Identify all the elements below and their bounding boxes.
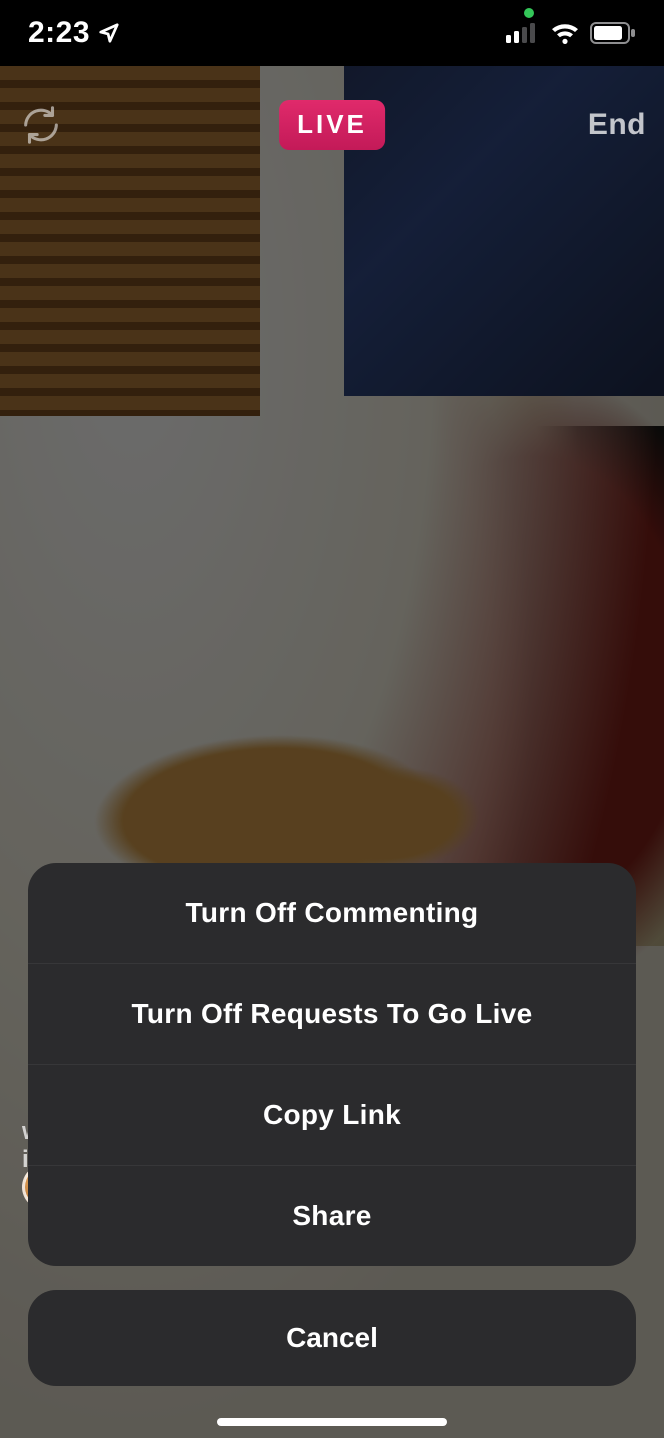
option-turn-off-requests[interactable]: Turn Off Requests To Go Live: [28, 963, 636, 1064]
option-share[interactable]: Share: [28, 1165, 636, 1266]
battery-icon: [590, 22, 636, 44]
home-indicator[interactable]: [217, 1418, 447, 1426]
action-sheet-options: Turn Off Commenting Turn Off Requests To…: [28, 863, 636, 1266]
cancel-button[interactable]: Cancel: [28, 1290, 636, 1386]
camera-flip-icon[interactable]: [18, 102, 64, 148]
status-right-group: [506, 22, 636, 44]
status-time: 2:23: [28, 16, 90, 50]
action-sheet: Turn Off Commenting Turn Off Requests To…: [28, 863, 636, 1386]
live-badge: LIVE: [279, 100, 385, 150]
option-turn-off-commenting[interactable]: Turn Off Commenting: [28, 863, 636, 963]
status-time-group: 2:23: [28, 16, 120, 50]
camera-in-use-dot: [524, 8, 534, 18]
status-bar: 2:23: [0, 0, 664, 66]
live-top-bar: LIVE End: [0, 90, 664, 160]
option-copy-link[interactable]: Copy Link: [28, 1064, 636, 1165]
wifi-icon: [550, 22, 580, 44]
location-icon: [98, 22, 120, 44]
end-button[interactable]: End: [588, 108, 646, 142]
cellular-icon: [506, 23, 540, 43]
